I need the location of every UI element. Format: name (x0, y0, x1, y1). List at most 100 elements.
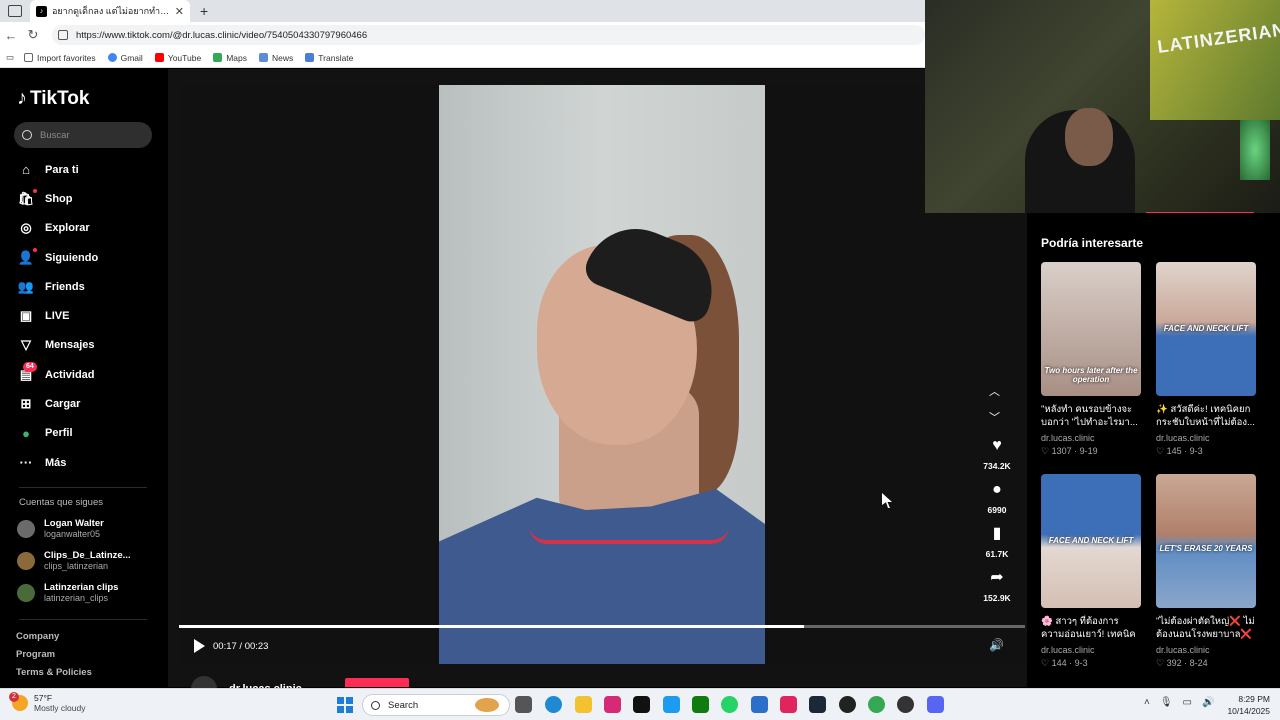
taskbar-search[interactable]: Search (362, 694, 510, 716)
file-explorer-icon[interactable] (575, 696, 592, 713)
bookmarks-bar: ▭ Import favorites Gmail YouTube Maps Ne… (0, 48, 925, 68)
recommendation-card[interactable]: FACE AND NECK LIFT ✨ สวัสดีค่ะ! เทคนิคยก… (1156, 262, 1256, 457)
sidebar-item-para-ti[interactable]: ⌂ Para ti (3, 155, 168, 184)
recommendation-card[interactable]: FACE AND NECK LIFT 🌸 สาวๆ ที่ต้องการความ… (1041, 474, 1141, 669)
video-progress-bar[interactable] (179, 625, 1025, 628)
start-icon[interactable] (337, 697, 353, 713)
discord-icon[interactable] (927, 696, 944, 713)
url-field[interactable]: https://www.tiktok.com/@dr.lucas.clinic/… (52, 25, 925, 45)
steam-icon[interactable] (809, 696, 826, 713)
home-icon: ⌂ (22, 162, 30, 178)
video-collar (529, 526, 729, 544)
bookmark-news[interactable]: News (259, 53, 293, 63)
url-text: https://www.tiktok.com/@dr.lucas.clinic/… (76, 29, 368, 41)
clock[interactable]: 8:29 PM 10/14/2025 (1222, 693, 1270, 717)
whatsapp-icon[interactable] (721, 696, 738, 713)
video-time: 00:17 / 00:23 (213, 641, 269, 652)
search-input[interactable] (40, 129, 140, 141)
display-icon[interactable]: ▭ (1183, 697, 1192, 708)
video-progress-fill (179, 625, 805, 628)
save-button[interactable]: ▮ 61.7K (977, 525, 1017, 559)
task-view-icon[interactable] (515, 696, 532, 713)
video-frame[interactable] (439, 85, 765, 664)
bookmark-gmail[interactable]: Gmail (107, 53, 143, 63)
tiktok-icon[interactable] (633, 696, 650, 713)
speaker-icon[interactable]: 🔊 (1202, 697, 1214, 708)
sidebar: ♪ TikTok ⌂Para ti 🛍Shop ◎Explorar 👤Sigui… (3, 69, 168, 687)
heart-outline-icon: ♡ (1041, 658, 1052, 668)
browser-tab[interactable]: ♪ อยากดูเด็กลง แต่ไม่อยากทำศัลยกรรมใ... … (30, 0, 190, 22)
chevron-up-icon[interactable]: ︿ (989, 383, 1000, 399)
weather-widget[interactable]: 2 57°F Mostly cloudy (9, 692, 86, 713)
tab-actions-icon[interactable] (8, 5, 22, 17)
sidebar-item-explorar[interactable]: ◎ Explorar (3, 214, 168, 243)
sidebar-item-cargar[interactable]: ⊞ Cargar (3, 389, 168, 418)
xbox-icon[interactable] (692, 696, 709, 713)
tiktok-favicon-icon: ♪ (36, 5, 47, 17)
sidebar-item-actividad[interactable]: ▤ 64 Actividad (3, 360, 168, 389)
recommendation-card[interactable]: LET'S ERASE 20 YEARS "ไม่ต้องผ่าตัดใหญ่❌… (1156, 474, 1256, 669)
edge-icon[interactable] (545, 696, 562, 713)
footer-link-program[interactable]: Program (16, 649, 55, 660)
sidebar-item-mensajes[interactable]: ▽ Mensajes (3, 331, 168, 360)
notification-dot (33, 247, 37, 252)
card-thumbnail[interactable]: FACE AND NECK LIFT (1041, 474, 1141, 608)
divider (19, 619, 147, 620)
sidebar-item-siguiendo[interactable]: 👤 Siguiendo (3, 243, 168, 272)
obs-icon[interactable] (839, 696, 856, 713)
heart-outline-icon: ♡ (1041, 446, 1052, 456)
card-thumbnail[interactable]: FACE AND NECK LIFT (1156, 262, 1256, 396)
following-item[interactable]: Latinzerian clips latinzerian_clips (17, 582, 118, 603)
sidebar-item-perfil[interactable]: ● Perfil (3, 419, 168, 448)
sidebar-item-mas[interactable]: ··· Más (3, 448, 168, 477)
comment-button[interactable]: ● 6990 (977, 481, 1017, 515)
back-icon[interactable]: ← (0, 28, 22, 43)
compass-icon: ◎ (20, 220, 32, 236)
bookmark-youtube[interactable]: YouTube (154, 53, 201, 63)
favorites-icon[interactable]: ▭ (6, 52, 14, 63)
sidebar-item-shop[interactable]: 🛍 Shop (3, 184, 168, 213)
avatar (17, 519, 35, 538)
card-thumbnail[interactable]: LET'S ERASE 20 YEARS (1156, 474, 1256, 608)
chevron-up-icon[interactable]: ˄ (1144, 697, 1150, 708)
youtube-icon (154, 53, 164, 62)
twitter-icon[interactable] (663, 696, 680, 713)
translate-icon (305, 53, 315, 62)
taskbar: 2 57°F Mostly cloudy Search ˄ 🎙 ▭ 🔊 8:29… (0, 688, 1280, 720)
play-icon[interactable] (194, 639, 205, 653)
footer-link-terms[interactable]: Terms & Policies (16, 667, 92, 678)
sidebar-item-live[interactable]: ▣ LIVE (3, 301, 168, 330)
following-item[interactable]: Clips_De_Latinze... clips_latinzerian (17, 550, 131, 571)
chevron-down-icon[interactable]: ﹀ (989, 409, 1000, 425)
like-button[interactable]: ♥ 734.2K (977, 437, 1017, 471)
comment-icon: ● (992, 481, 1002, 498)
sidebar-item-friends[interactable]: 👥 Friends (3, 272, 168, 301)
bookmark-maps[interactable]: Maps (213, 53, 247, 63)
store-icon[interactable] (751, 696, 768, 713)
bookmark-translate[interactable]: Translate (305, 53, 353, 63)
video-stage[interactable]: ︿ ﹀ ♥ 734.2K ● 6990 ▮ 61.7K ➦ 152.9K 00:17 /… (179, 85, 1025, 664)
heart-outline-icon: ♡ (1156, 658, 1167, 668)
close-tab-icon[interactable]: ✕ (175, 5, 184, 18)
tiktok-note-icon: ♪ (17, 87, 27, 109)
tiktok-logo[interactable]: ♪ TikTok (17, 87, 89, 110)
follow-button[interactable] (345, 678, 409, 687)
chrome-icon[interactable] (868, 696, 885, 713)
search-box[interactable] (14, 122, 152, 148)
refresh-icon[interactable]: ↻ (22, 27, 44, 43)
recommendation-card[interactable]: Two hours later after the operation "หลั… (1041, 262, 1141, 457)
following-item[interactable]: Logan Walter loganwalter05 (17, 518, 104, 539)
volume-icon[interactable]: 🔊 (989, 638, 1004, 652)
site-info-icon[interactable] (58, 30, 68, 40)
maps-icon (213, 53, 223, 62)
instagram-icon[interactable] (604, 696, 621, 713)
share-button[interactable]: ➦ 152.9K (977, 569, 1017, 603)
microphone-icon[interactable]: 🎙 (1160, 697, 1173, 708)
card-thumbnail[interactable]: Two hours later after the operation (1041, 262, 1141, 396)
new-tab-icon[interactable]: + (200, 3, 208, 19)
app-icon[interactable] (897, 696, 914, 713)
streamer-head (1065, 108, 1113, 166)
footer-link-company[interactable]: Company (16, 631, 59, 642)
tiktok-studio-icon[interactable] (780, 696, 797, 713)
bookmark-import-favorites[interactable]: Import favorites (24, 53, 96, 63)
